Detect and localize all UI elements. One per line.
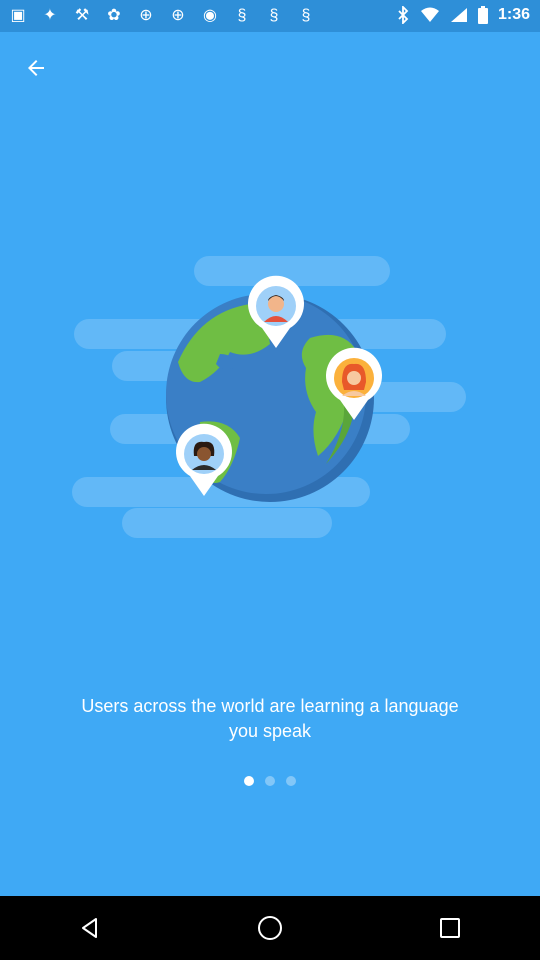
music-app-icon: ✦ — [43, 7, 57, 24]
nav-home-button[interactable] — [238, 896, 302, 960]
page-dot-1[interactable] — [244, 776, 254, 786]
sf-app-icon: ⊕ — [171, 7, 185, 24]
bluetooth-icon — [398, 6, 409, 24]
shopping-icon: ✿ — [107, 7, 121, 24]
arrow-back-icon — [28, 60, 44, 76]
status-bar: ▣ ✦ ⚒ ✿ ⊕ ⊕ ◉ § § § 1:36 — [0, 0, 540, 32]
page-dot-2[interactable] — [265, 776, 275, 786]
notification-icon: ◉ — [203, 7, 217, 24]
notification-icons: ▣ ✦ ⚒ ✿ ⊕ ⊕ ◉ § § § — [8, 6, 316, 26]
sf-app-icon: ⊕ — [139, 7, 153, 24]
signal-icon — [450, 8, 467, 22]
page-indicator — [0, 776, 540, 786]
triangle-back-icon — [82, 918, 97, 938]
s-app-icon: § — [269, 7, 279, 24]
wifi-icon — [420, 7, 439, 22]
square-recents-icon — [440, 918, 460, 938]
s-app-icon: § — [237, 7, 247, 24]
navigation-bar — [0, 896, 540, 960]
onboarding-message: Users across the world are learning a la… — [81, 696, 459, 741]
onboarding-screen: Users across the world are learning a la… — [0, 32, 540, 896]
status-time: 1:36 — [497, 6, 530, 23]
battery-icon — [477, 6, 488, 24]
back-button[interactable] — [14, 48, 58, 88]
home-circle-icon — [258, 916, 282, 940]
app-icon: ▣ — [10, 7, 26, 24]
system-status: 1:36 — [396, 6, 530, 24]
s-app-icon: § — [301, 7, 311, 24]
wrench-icon: ⚒ — [74, 7, 90, 24]
nav-recents-button[interactable] — [418, 896, 482, 960]
globe-illustration — [72, 256, 466, 538]
page-dot-3[interactable] — [286, 776, 296, 786]
nav-back-button[interactable] — [58, 896, 122, 960]
